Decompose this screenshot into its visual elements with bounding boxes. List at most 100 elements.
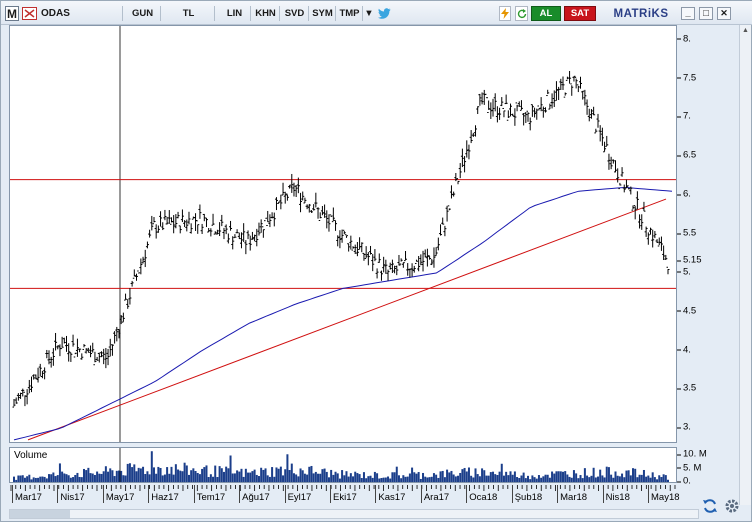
symbol-field[interactable]: ODAS — [39, 6, 123, 21]
price-bar — [344, 234, 348, 238]
price-bar — [646, 232, 650, 245]
date-label: Nis18 — [605, 492, 630, 503]
volume-bar — [209, 474, 212, 482]
currency-button[interactable]: TL — [163, 6, 215, 21]
price-tick-label: 5.5 — [676, 227, 697, 239]
volume-bar — [481, 468, 484, 482]
price-bar — [231, 236, 235, 250]
svd-button[interactable]: SVD — [281, 6, 309, 21]
scrollbar-thumb[interactable] — [10, 510, 70, 518]
volume-bar — [579, 475, 582, 482]
price-bar — [425, 248, 429, 267]
tmp-dropdown-arrow[interactable]: ▼ — [363, 6, 375, 21]
price-bar — [338, 230, 342, 249]
volume-bar — [133, 464, 136, 482]
lightning-icon[interactable] — [499, 6, 511, 21]
price-bar — [233, 234, 237, 239]
sym-button[interactable]: SYM — [310, 6, 336, 21]
volume-bar — [509, 471, 512, 482]
horizontal-scrollbar[interactable] — [9, 509, 699, 519]
tmp-button[interactable]: TMP — [337, 6, 363, 21]
symbol-type-icon[interactable] — [22, 7, 37, 20]
price-bar — [82, 344, 86, 350]
refresh-icon[interactable] — [515, 6, 528, 21]
price-bar — [478, 93, 482, 106]
volume-bar — [327, 477, 330, 482]
volume-bar — [310, 465, 313, 482]
price-tick-label: 7.5 — [676, 72, 697, 84]
price-bar — [172, 215, 176, 234]
price-bar — [351, 246, 355, 251]
sync-icon[interactable] — [701, 497, 719, 515]
maximize-button[interactable]: □ — [699, 7, 713, 20]
volume-bar — [229, 455, 232, 482]
scroll-up-icon[interactable]: ▲ — [741, 27, 750, 36]
volume-bar — [218, 466, 221, 482]
volume-bar — [397, 475, 400, 482]
sell-button[interactable]: SAT — [564, 6, 596, 21]
volume-bar — [492, 471, 495, 482]
volume-bar — [336, 473, 339, 482]
volume-bar — [662, 474, 665, 482]
price-bar — [204, 217, 208, 228]
price-axis[interactable]: 8. 7.5 7. 6.5 6. 5.5 5.15 5. 4.5 4. 3.5 3. — [676, 25, 737, 443]
price-bar — [436, 237, 440, 251]
price-chart-panel[interactable] — [9, 25, 677, 443]
twitter-icon[interactable] — [377, 6, 391, 21]
volume-bar — [446, 469, 449, 482]
buy-button[interactable]: AL — [531, 6, 561, 21]
volume-bar — [520, 475, 523, 482]
date-label: Tem17 — [196, 492, 226, 503]
period-button[interactable]: GUN — [125, 6, 161, 21]
volume-bar — [629, 475, 632, 482]
price-bar — [432, 247, 436, 268]
price-bar — [113, 331, 117, 344]
volume-bar — [321, 469, 324, 482]
volume-bar — [605, 466, 608, 482]
price-bar — [159, 211, 163, 227]
volume-bar — [408, 473, 411, 482]
volume-bar — [487, 475, 490, 482]
price-bar — [500, 97, 504, 107]
price-bar — [29, 376, 33, 393]
volume-bar — [196, 472, 199, 482]
price-bar — [366, 252, 370, 266]
volume-bar — [371, 477, 374, 482]
volume-bar — [96, 471, 99, 482]
date-label: May17 — [105, 492, 135, 503]
volume-bar — [72, 477, 75, 482]
volume-bar — [122, 475, 125, 482]
khn-button[interactable]: KHN — [252, 6, 280, 21]
volume-bar — [533, 477, 536, 482]
linear-scale-button[interactable]: LIN — [219, 6, 251, 21]
volume-bar — [56, 475, 59, 482]
vertical-scrollbar[interactable]: ▲ — [739, 25, 751, 505]
volume-bar — [496, 475, 499, 482]
volume-bar — [450, 470, 453, 482]
chart-menu-icon[interactable]: M — [5, 6, 19, 21]
price-bar — [491, 98, 495, 117]
volume-bar — [17, 475, 20, 482]
price-bar — [290, 173, 294, 193]
date-axis[interactable]: Mar17 Nis17 May17 Haz17 Tem17 Ağu17 Eyl17 Eki17… — [9, 485, 680, 507]
volume-bar — [577, 478, 580, 482]
volume-bar — [286, 454, 289, 482]
volume-bar — [282, 475, 285, 482]
price-bar — [644, 226, 648, 237]
price-bar — [141, 256, 145, 264]
price-bars — [12, 70, 670, 408]
volume-bar — [457, 475, 460, 482]
close-button[interactable]: ✕ — [717, 7, 731, 20]
volume-bar — [236, 470, 239, 482]
minimize-button[interactable]: _ — [681, 7, 695, 20]
price-bar — [226, 233, 230, 244]
volume-bar — [190, 470, 193, 482]
price-bar — [388, 262, 392, 270]
volume-bar — [411, 467, 414, 482]
volume-bar — [664, 475, 667, 482]
volume-bar — [559, 471, 562, 482]
volume-bar — [380, 478, 383, 482]
volume-panel[interactable]: Volume — [9, 447, 677, 483]
price-bar — [460, 148, 464, 168]
volume-bar — [513, 471, 516, 482]
